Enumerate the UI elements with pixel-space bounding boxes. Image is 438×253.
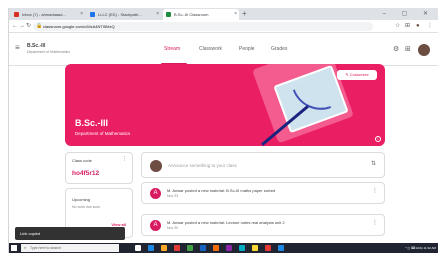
lock-icon: 🔒: [36, 23, 43, 29]
upcoming-text: No work due soon: [72, 205, 101, 209]
url-text: classroom.google.com/c/MzA4NTI5MzQ: [43, 24, 115, 29]
more-options-icon[interactable]: ⋮: [372, 219, 378, 226]
banner-title: B.Sc.-III: [75, 118, 109, 128]
back-icon[interactable]: ←: [12, 20, 18, 33]
tab-label: B.Sc.-III Classroom: [174, 12, 209, 17]
tab-grades[interactable]: Grades: [271, 46, 287, 52]
snackbar-toast: Link copied: [15, 227, 125, 240]
post-title[interactable]: M. Anwar posted a new material: B.Sc-III…: [167, 188, 367, 193]
browser-tab-classroom[interactable]: B.Sc.-III Classroom ×: [163, 9, 239, 20]
taskbar-app-icon[interactable]: [187, 245, 193, 251]
browser-menu-icon[interactable]: ⋮: [427, 20, 433, 33]
taskbar-app-icon[interactable]: [239, 245, 245, 251]
menu-icon[interactable]: ≡: [15, 43, 20, 53]
window-controls[interactable]: – ▢ ✕: [383, 8, 435, 20]
classroom-header: ≡ B.Sc.-III Department of Mathematics St…: [9, 34, 438, 66]
search-icon: ⌕: [24, 245, 27, 250]
url-field[interactable]: 🔒 classroom.google.com/c/MzA4NTI5MzQ: [33, 22, 373, 31]
tab-label: LLLC (ED) - Stackpath...: [98, 12, 142, 17]
upcoming-label: Upcoming: [72, 197, 91, 202]
tab-stream[interactable]: Stream: [164, 46, 180, 52]
class-name[interactable]: B.Sc.-III: [27, 43, 45, 49]
more-options-icon[interactable]: ⋮: [372, 187, 378, 194]
taskbar-search[interactable]: ⌕ Type here to search: [21, 244, 119, 252]
banner-subtitle: Department of Mathematics: [75, 131, 131, 136]
apps-icon[interactable]: ⊞: [405, 45, 411, 55]
taskbar-app-icon[interactable]: [174, 245, 180, 251]
stream-post[interactable]: A M. Anwar posted a new material: Lectur…: [141, 214, 385, 236]
class-banner: B.Sc.-III Department of Mathematics ✎ Cu…: [65, 64, 385, 146]
post-date: Nov 23: [167, 194, 179, 198]
announce-box[interactable]: Announce something to your class ⇅: [141, 152, 385, 178]
customize-button[interactable]: ✎ Customize: [337, 70, 377, 80]
more-options-icon[interactable]: ⋮: [122, 156, 127, 162]
class-code-value: ho4f5r12: [72, 170, 100, 177]
browser-tab-second[interactable]: LLLC (ED) - Stackpath... ×: [87, 9, 161, 20]
taskbar-app-icon[interactable]: [200, 245, 206, 251]
taskbar-app-icon[interactable]: [135, 245, 141, 251]
screen: Inbox (7) - ahmadaaad... × LLLC (ED) - S…: [8, 8, 438, 253]
new-tab-button[interactable]: +: [242, 9, 247, 19]
extensions-icon[interactable]: ⊞: [405, 20, 410, 33]
browser-tab-inbox[interactable]: Inbox (7) - ahmadaaad... ×: [11, 9, 85, 20]
close-tab-icon[interactable]: ×: [156, 9, 159, 20]
taskbar-app-icon[interactable]: [265, 245, 271, 251]
site-favicon-icon: [90, 12, 95, 17]
close-tab-icon[interactable]: ×: [80, 9, 83, 20]
taskbar-search-placeholder: Type here to search: [30, 246, 61, 250]
taskbar-app-icon[interactable]: [226, 245, 232, 251]
address-bar: ← → ↻ 🔒 classroom.google.com/c/MzA4NTI5M…: [9, 20, 438, 33]
settings-icon[interactable]: ⚙: [393, 45, 399, 55]
forward-icon[interactable]: →: [19, 20, 25, 33]
stream-post[interactable]: A M. Anwar posted a new material: B.Sc-I…: [141, 182, 385, 204]
classroom-favicon-icon: [166, 12, 171, 17]
taskbar-app-icon[interactable]: [213, 245, 219, 251]
taskbar-app-icon[interactable]: [278, 245, 284, 251]
tab-people[interactable]: People: [239, 46, 255, 52]
avatar[interactable]: [418, 44, 430, 56]
post-avatar: A: [150, 188, 161, 199]
star-icon[interactable]: ☆: [395, 20, 400, 33]
windows-taskbar: ⌕ Type here to search ^ ◫ ⌨ ENG 11:32 AM: [9, 243, 438, 253]
close-tab-icon[interactable]: ×: [234, 9, 237, 20]
class-code-label: Class code: [72, 158, 92, 163]
taskbar-app-icon[interactable]: [252, 245, 258, 251]
profile-icon[interactable]: ●: [416, 20, 420, 33]
info-icon[interactable]: i: [375, 136, 381, 142]
announce-placeholder[interactable]: Announce something to your class: [168, 163, 237, 168]
post-avatar: A: [150, 220, 161, 231]
windows-start-icon[interactable]: [11, 245, 17, 251]
taskbar-app-icon[interactable]: [148, 245, 154, 251]
post-title[interactable]: M. Anwar posted a new material: Lecture …: [167, 220, 367, 225]
taskbar-app-icon[interactable]: [161, 245, 167, 251]
system-tray[interactable]: ^ ◫ ⌨ ENG 11:32 AM: [405, 243, 436, 253]
avatar: [150, 160, 162, 172]
tab-label: Inbox (7) - ahmadaaad...: [22, 12, 66, 17]
repost-icon[interactable]: ⇅: [371, 160, 376, 167]
post-date: Nov 20: [167, 226, 179, 230]
class-subtitle: Department of Mathematics: [27, 50, 70, 54]
gmail-icon: [14, 12, 19, 17]
class-code-card: Class code ⋮ ho4f5r12: [65, 152, 133, 184]
browser-tab-bar: Inbox (7) - ahmadaaad... × LLLC (ED) - S…: [9, 8, 438, 20]
reload-icon[interactable]: ↻: [26, 20, 31, 33]
tab-classwork[interactable]: Classwork: [199, 46, 222, 52]
